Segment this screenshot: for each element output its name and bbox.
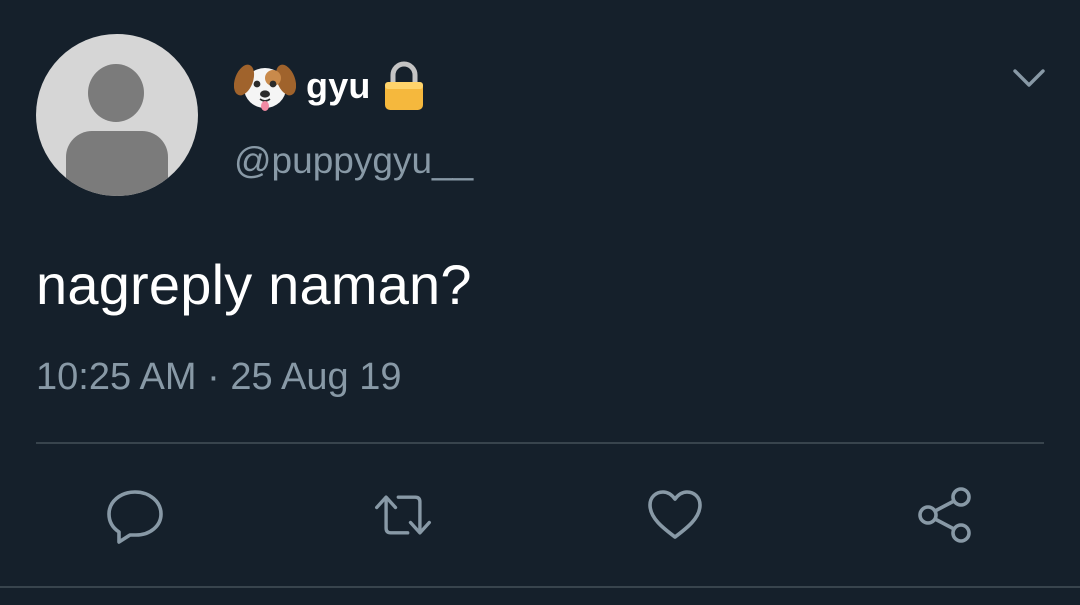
divider — [36, 442, 1044, 444]
avatar-head-shape — [88, 64, 144, 122]
bottom-divider — [0, 586, 1080, 588]
avatar[interactable] — [36, 34, 198, 196]
reply-button[interactable] — [104, 484, 166, 546]
dog-face-emoji-icon — [234, 64, 296, 111]
like-button[interactable] — [644, 484, 706, 546]
share-button[interactable] — [914, 484, 976, 546]
tweet-timestamp[interactable]: 10:25 AM · 25 Aug 19 — [36, 356, 402, 399]
share-icon — [918, 487, 971, 543]
tweet-text: nagreply naman? — [36, 253, 472, 316]
retweet-icon — [375, 495, 431, 535]
author-display-name: gyu — [306, 65, 371, 106]
tweet-card: gyu @puppygyu__ nagreply naman? 10:25 AM… — [0, 0, 1080, 605]
avatar-body-shape — [66, 131, 168, 196]
author-handle[interactable]: @puppygyu__ — [234, 140, 473, 182]
chevron-down-icon[interactable] — [1010, 62, 1048, 92]
reply-icon — [107, 490, 163, 544]
heart-icon — [648, 490, 702, 539]
author-name-row[interactable]: gyu — [234, 56, 427, 116]
retweet-button[interactable] — [372, 484, 434, 546]
lock-icon — [384, 61, 423, 110]
